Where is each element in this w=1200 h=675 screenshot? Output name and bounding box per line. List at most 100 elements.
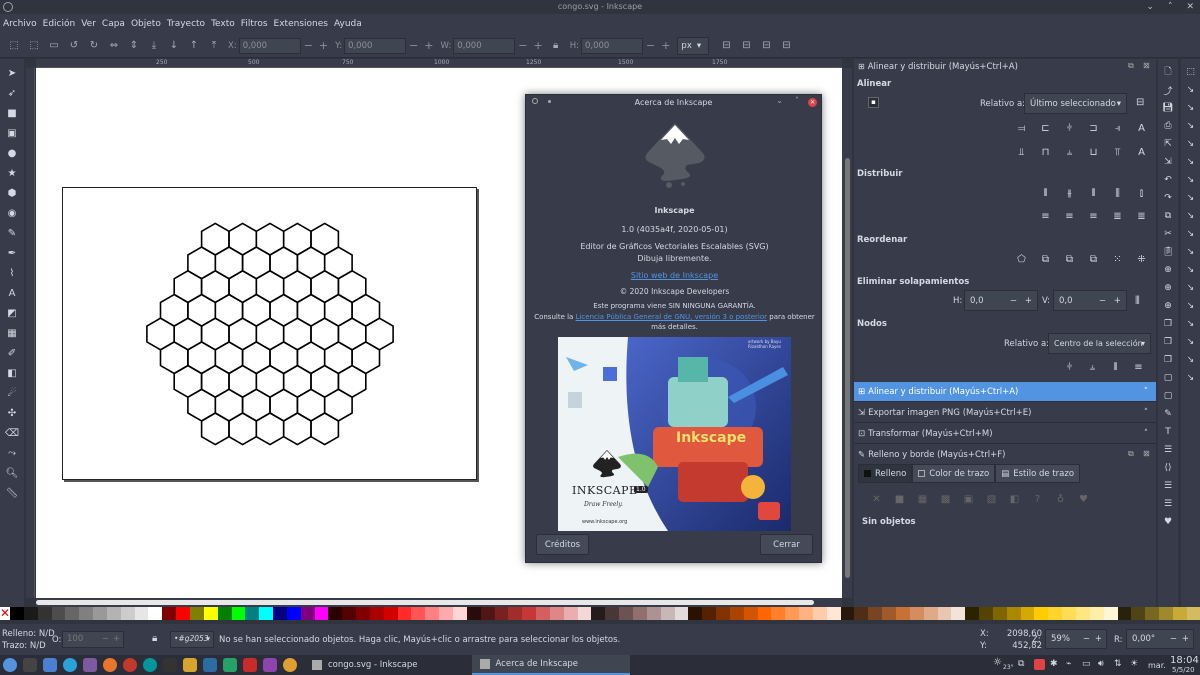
x-decrement-icon[interactable]: − — [304, 39, 313, 52]
layers-icon[interactable]: ☰ — [1162, 444, 1174, 456]
mesh-tool-icon[interactable]: ▦ — [4, 325, 20, 341]
decrement-icon[interactable]: − — [102, 634, 109, 644]
import-icon[interactable]: ⇱ — [1162, 138, 1174, 150]
vertical-scrollbar[interactable] — [842, 68, 852, 598]
gradient-tool-icon[interactable]: ◩ — [4, 305, 20, 321]
inkscape-taskbar-icon[interactable] — [203, 658, 217, 672]
snap-cusp-icon[interactable]: ↘ — [1185, 228, 1197, 240]
palette-swatch[interactable] — [632, 607, 647, 620]
palette-swatch[interactable] — [591, 607, 606, 620]
clipboard-icon[interactable]: ⧉ — [1018, 659, 1024, 669]
palette-swatch[interactable] — [369, 607, 384, 620]
tab-fill[interactable]: Relleno — [858, 464, 913, 483]
minimize-icon[interactable]: ⌄ — [776, 96, 783, 105]
3dbox-tool-icon[interactable]: ▣ — [4, 125, 20, 141]
palette-swatch[interactable] — [439, 607, 453, 620]
minimize-icon[interactable]: ⌄ — [1146, 2, 1154, 12]
increment-icon[interactable]: + — [1182, 634, 1189, 644]
palette-swatch[interactable] — [702, 607, 717, 620]
layer-select[interactable]: •#g2053 ▾ — [170, 631, 214, 648]
move-patterns-icon[interactable]: ⊟ — [779, 39, 793, 53]
window-menu-icon[interactable] — [3, 2, 13, 12]
horizontal-scrollbar[interactable] — [36, 598, 842, 607]
undo-icon[interactable]: ↶ — [1162, 174, 1174, 186]
raise-top-icon[interactable]: ⤒ — [207, 39, 221, 53]
fill-stroke-icon[interactable]: ✎ — [1162, 408, 1174, 420]
overlap-v-field[interactable]: 0,0 − + — [1053, 290, 1127, 311]
nodes-align-h-icon[interactable]: ⫩ — [1063, 361, 1076, 374]
app-icon[interactable] — [123, 658, 137, 672]
app-icon[interactable] — [263, 658, 277, 672]
decrement-icon[interactable]: − — [1099, 296, 1106, 306]
telegram-icon[interactable] — [63, 658, 77, 672]
rotation-field[interactable]: 0,00° − + — [1126, 629, 1194, 649]
selector-tool-icon[interactable]: ➤ — [4, 65, 20, 81]
palette-swatch[interactable] — [605, 607, 620, 620]
distribute-bottom-icon[interactable]: ≡ — [1087, 210, 1100, 223]
palette-swatch[interactable] — [383, 607, 398, 620]
palette-swatch[interactable] — [1034, 607, 1049, 620]
exchange-z-icon[interactable]: ⧉ — [1063, 253, 1076, 266]
menu-objeto[interactable]: Objeto — [131, 19, 161, 29]
menu-ver[interactable]: Ver — [81, 19, 96, 29]
zoom-tool-icon[interactable]: 🔍︎ — [4, 465, 20, 481]
lower-bottom-icon[interactable]: ⤓ — [147, 39, 161, 53]
palette-swatch[interactable] — [646, 607, 661, 620]
credits-button[interactable]: Créditos — [536, 534, 589, 555]
snap-smooth-icon[interactable]: ↘ — [1185, 246, 1197, 258]
swatch-icon[interactable]: ◧ — [1008, 493, 1021, 506]
palette-swatch[interactable] — [840, 607, 855, 620]
menu-extensiones[interactable]: Extensiones — [274, 19, 328, 29]
zoom-selection-icon[interactable]: ⊕ — [1162, 264, 1174, 276]
palette-swatch[interactable] — [1075, 607, 1090, 620]
spray-tool-icon[interactable]: ✣ — [4, 405, 20, 421]
tab-stroke-paint[interactable]: Color de trazo — [912, 464, 996, 483]
terminal-icon[interactable] — [23, 658, 37, 672]
palette-swatch[interactable] — [522, 607, 537, 620]
text-tool-icon[interactable]: A — [4, 285, 20, 301]
distribute-baseline-v-icon[interactable]: ≣ — [1135, 210, 1148, 223]
app-icon[interactable] — [243, 658, 257, 672]
unset-paint-icon[interactable]: ? — [1031, 493, 1044, 506]
scroll-thumb[interactable] — [36, 600, 814, 605]
align-right-to-left-icon[interactable]: ⫤ — [1015, 122, 1028, 135]
palette-swatch[interactable] — [896, 607, 910, 620]
lower-icon[interactable]: ↓ — [167, 39, 181, 53]
pen-tool-icon[interactable]: ✒ — [4, 245, 20, 261]
node-tool-icon[interactable]: ➶ — [4, 85, 20, 101]
app-icon[interactable] — [283, 658, 297, 672]
decrement-icon[interactable]: − — [1083, 634, 1090, 644]
distribute-gaps-h-icon[interactable]: ⫼ — [1111, 187, 1124, 200]
close-icon[interactable]: ✕ — [808, 98, 817, 107]
docked-export-tab[interactable]: ⇲ Exportar imagen PNG (Mayús+Ctrl+E) ˄ — [854, 403, 1156, 423]
maximize-icon[interactable]: ˄ — [795, 96, 799, 105]
align-left-icon[interactable]: ⊏ — [1039, 122, 1052, 135]
align-left-to-right-icon[interactable]: ⫣ — [1111, 122, 1124, 135]
y-decrement-icon[interactable]: − — [409, 39, 418, 52]
increment-icon[interactable]: + — [113, 634, 120, 644]
distribute-baseline-h-icon[interactable]: ⫾ — [1135, 187, 1148, 200]
raise-icon[interactable]: ↑ — [187, 39, 201, 53]
save-icon[interactable]: 💾︎ — [1162, 102, 1174, 114]
snap-object-centers-icon[interactable]: ↘ — [1185, 282, 1197, 294]
dialog-menu-icon[interactable] — [532, 98, 538, 104]
palette-swatch[interactable] — [1006, 607, 1021, 620]
y-input[interactable] — [344, 37, 407, 54]
spiral-tool-icon[interactable]: ◉ — [4, 205, 20, 221]
palette-swatch[interactable] — [273, 607, 287, 620]
zoom-field[interactable]: 59% − + — [1045, 629, 1107, 649]
palette-swatch[interactable] — [1020, 607, 1035, 620]
star-tool-icon[interactable]: ★ — [4, 165, 20, 181]
align-bottom-icon[interactable]: ⊔ — [1087, 146, 1100, 159]
snap-text-baseline-icon[interactable]: ↘ — [1185, 318, 1197, 330]
docked-align-tab[interactable]: ⊞ Alinear y distribuir (Mayús+Ctrl+A) ˄ — [854, 382, 1156, 402]
network-icon[interactable]: ⇅ — [1114, 659, 1122, 669]
h-input[interactable] — [580, 37, 643, 54]
eraser-tool-icon[interactable]: ⌫ — [4, 425, 20, 441]
nodes-relative-select[interactable]: Centro de la selección ▾ — [1048, 333, 1151, 354]
new-document-icon[interactable]: 🗋 — [1162, 66, 1174, 78]
menu-texto[interactable]: Texto — [211, 19, 235, 29]
close-panel-icon[interactable]: ⊠ — [1143, 61, 1150, 70]
x-input[interactable] — [238, 37, 301, 54]
duplicate-icon[interactable]: ❐ — [1162, 318, 1174, 330]
